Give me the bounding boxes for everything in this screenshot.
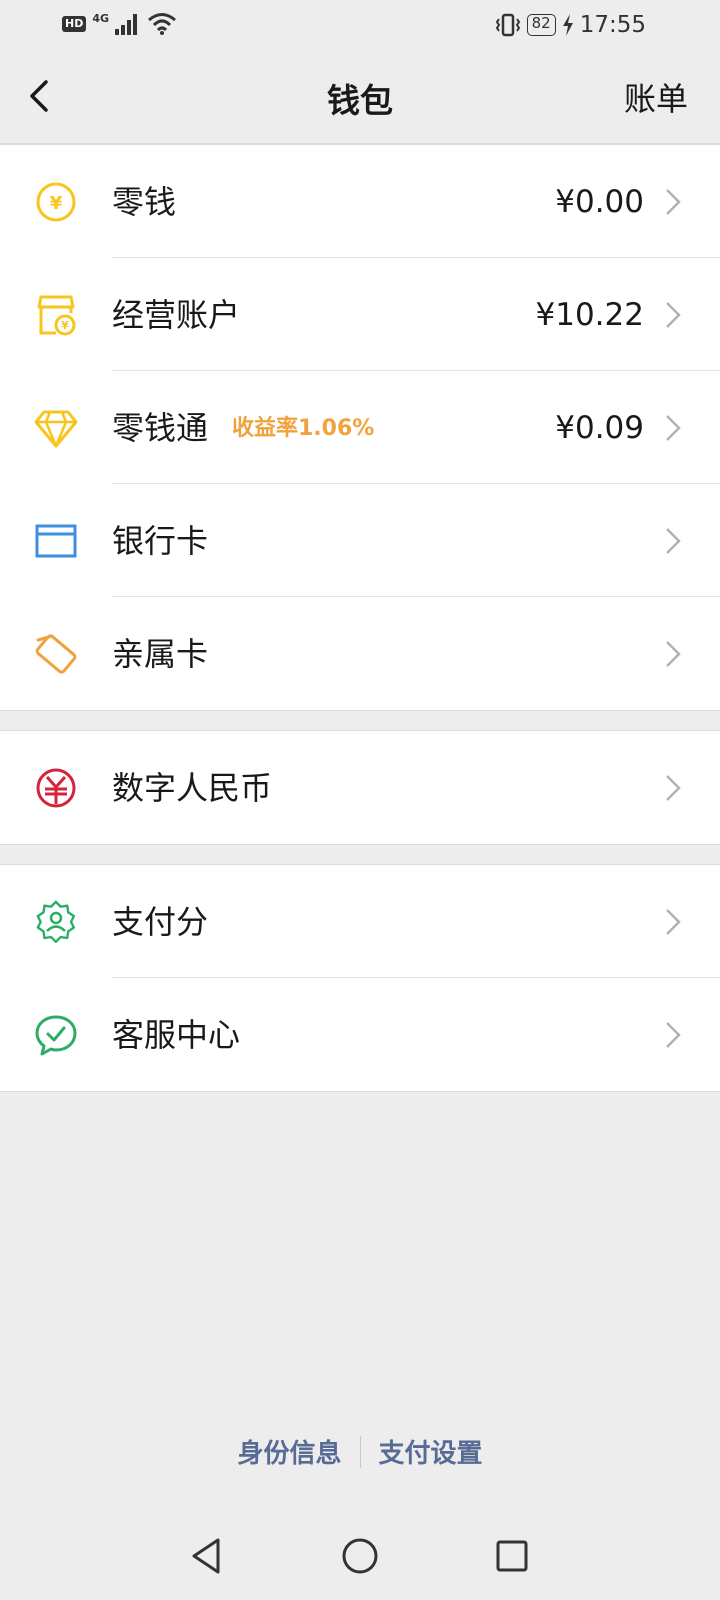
row-label: 零钱通 bbox=[112, 409, 209, 447]
row-label: 数字人民币 bbox=[112, 769, 273, 807]
wallet-group-main: ¥ 零钱 ¥0.00 ¥ 经营账户 ¥10.22 零钱通 收益率1.06% ¥0… bbox=[0, 144, 720, 711]
chevron-right-icon bbox=[666, 415, 681, 441]
store-icon: ¥ bbox=[37, 295, 76, 336]
status-bar: HD 4G 82 17:55 bbox=[0, 0, 720, 48]
row-label: 经营账户 bbox=[112, 296, 241, 334]
status-right: 82 17:55 bbox=[495, 12, 646, 38]
balance-value: ¥0.00 bbox=[555, 184, 644, 220]
chevron-right-icon bbox=[666, 909, 681, 935]
yield-rate-badge: 收益率1.06% bbox=[232, 416, 375, 441]
chevron-right-icon bbox=[666, 302, 681, 328]
row-business-account[interactable]: ¥ 经营账户 ¥10.22 bbox=[0, 258, 720, 371]
chevron-right-icon bbox=[666, 528, 681, 554]
chevron-right-icon bbox=[666, 1022, 681, 1048]
row-customer-service[interactable]: 客服中心 bbox=[0, 978, 720, 1091]
hd-icon: HD bbox=[62, 16, 87, 32]
wallet-group-digital: 数字人民币 bbox=[0, 730, 720, 845]
family-card-icon bbox=[35, 634, 77, 674]
vibrate-icon bbox=[495, 13, 520, 37]
home-circle-icon[interactable] bbox=[340, 1536, 380, 1576]
row-label: 银行卡 bbox=[112, 522, 209, 560]
nav-bar: 钱包 账单 bbox=[0, 48, 720, 144]
network-label: 4G bbox=[92, 11, 110, 25]
customer-service-icon bbox=[35, 1015, 77, 1056]
clock: 17:55 bbox=[579, 12, 646, 38]
coin-icon: ¥ bbox=[36, 182, 76, 222]
row-label: 亲属卡 bbox=[112, 635, 209, 673]
balance-value: ¥0.09 bbox=[555, 410, 644, 446]
bill-button[interactable]: 账单 bbox=[624, 74, 688, 120]
back-triangle-icon[interactable] bbox=[188, 1536, 224, 1576]
status-left: HD 4G bbox=[62, 12, 177, 36]
row-bank-card[interactable]: 银行卡 bbox=[0, 484, 720, 597]
svg-text:¥: ¥ bbox=[50, 193, 63, 214]
pay-score-icon bbox=[36, 900, 76, 943]
row-label: 支付分 bbox=[112, 903, 209, 941]
pay-settings-link[interactable]: 支付设置 bbox=[361, 1433, 501, 1470]
row-label: 零钱 bbox=[112, 183, 177, 221]
digital-rmb-icon bbox=[36, 768, 76, 808]
footer-links: 身份信息 支付设置 bbox=[0, 1433, 720, 1470]
row-family-card[interactable]: 亲属卡 bbox=[0, 597, 720, 710]
signal-icon bbox=[115, 14, 138, 35]
svg-text:¥: ¥ bbox=[61, 319, 69, 332]
bank-card-icon bbox=[35, 524, 77, 558]
balance-value: ¥10.22 bbox=[535, 297, 644, 333]
wifi-icon bbox=[148, 13, 176, 35]
row-change[interactable]: ¥ 零钱 ¥0.00 bbox=[0, 145, 720, 258]
recents-square-icon[interactable] bbox=[494, 1536, 530, 1576]
diamond-icon bbox=[34, 410, 78, 448]
page-title: 钱包 bbox=[327, 81, 393, 120]
charging-icon bbox=[562, 14, 573, 36]
system-nav-bar bbox=[0, 1530, 720, 1590]
chevron-right-icon bbox=[666, 189, 681, 215]
battery-level: 82 bbox=[526, 14, 556, 36]
row-label: 客服中心 bbox=[112, 1016, 241, 1054]
row-pay-score[interactable]: 支付分 bbox=[0, 865, 720, 978]
chevron-right-icon bbox=[666, 641, 681, 667]
chevron-right-icon bbox=[666, 775, 681, 801]
row-digital-rmb[interactable]: 数字人民币 bbox=[0, 731, 720, 844]
wallet-group-services: 支付分 客服中心 bbox=[0, 864, 720, 1092]
row-lingqiantong[interactable]: 零钱通 收益率1.06% ¥0.09 bbox=[0, 371, 720, 484]
identity-info-link[interactable]: 身份信息 bbox=[219, 1433, 359, 1470]
